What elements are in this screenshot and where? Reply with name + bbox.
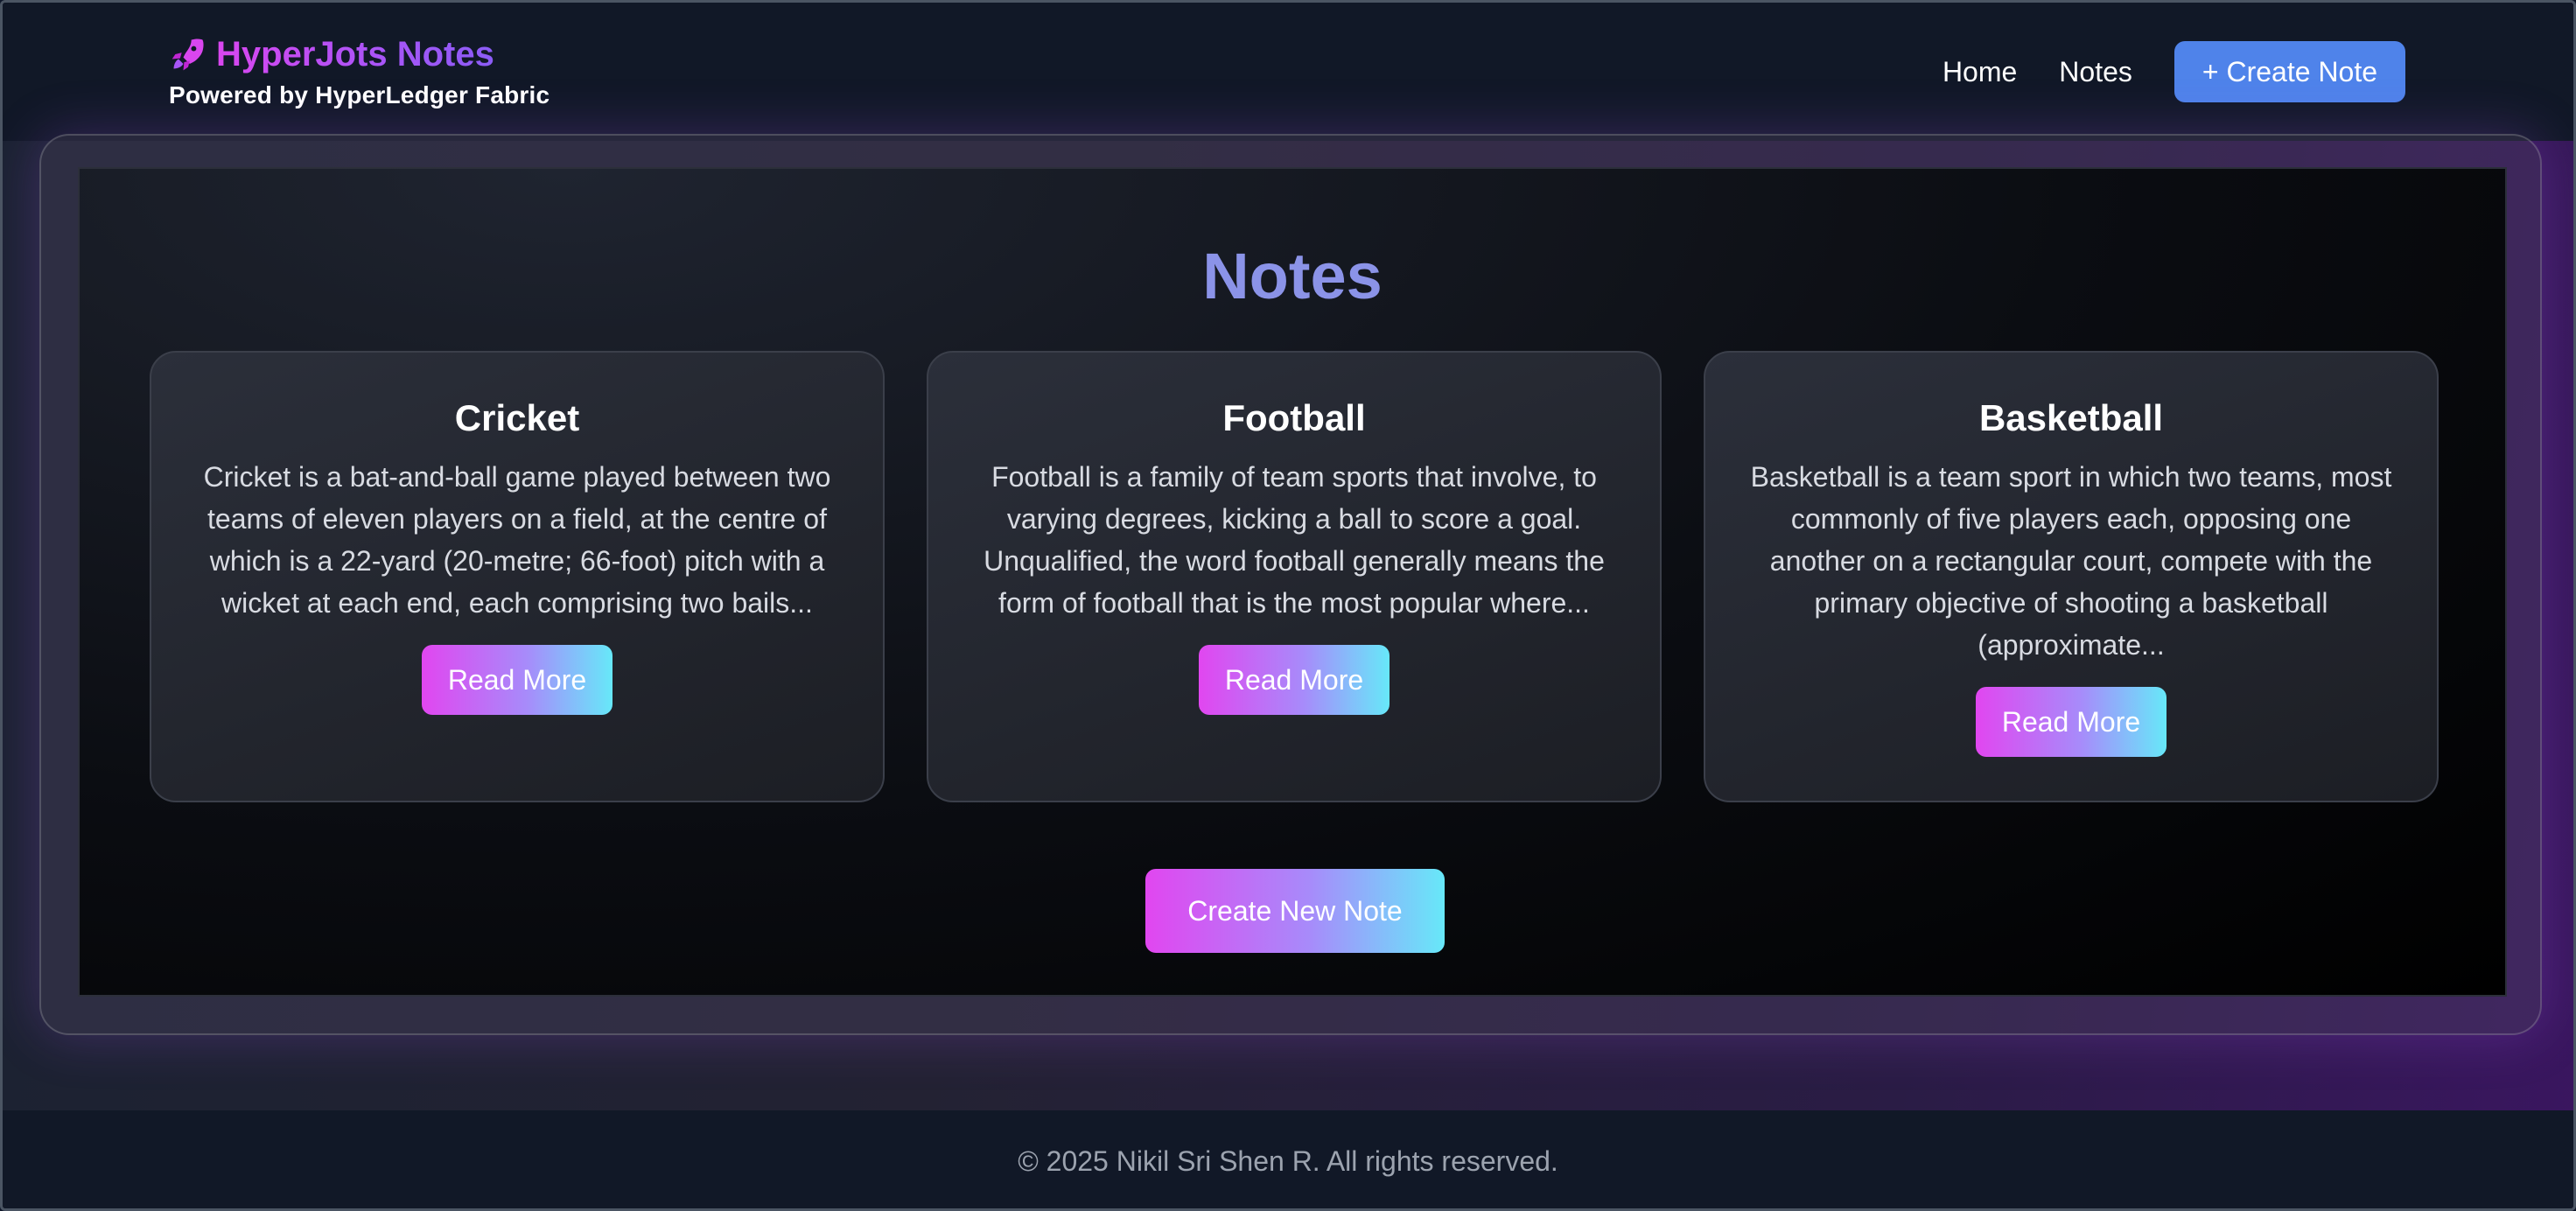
top-navbar: HyperJots Notes Powered by HyperLedger F… <box>3 3 2573 141</box>
nav-home-link[interactable]: Home <box>1942 41 2017 102</box>
brand-title-row: HyperJots Notes <box>169 32 550 76</box>
page-title: Notes <box>1202 240 1382 312</box>
read-more-button[interactable]: Read More <box>1975 687 2167 757</box>
note-card: Basketball Basketball is a team sport in… <box>1704 351 2439 802</box>
rocket-icon <box>169 35 207 74</box>
footer: © 2025 Nikil Sri Shen R. All rights rese… <box>3 1110 2573 1208</box>
note-excerpt: Football is a family of team sports that… <box>984 461 1605 619</box>
brand-title: HyperJots Notes <box>216 32 494 76</box>
app-window: HyperJots Notes Powered by HyperLedger F… <box>0 0 2576 1211</box>
copyright-text: © 2025 Nikil Sri Shen R. All rights rese… <box>1018 1145 1558 1177</box>
note-title: Football <box>1222 397 1366 438</box>
note-title: Basketball <box>1978 397 2164 438</box>
nav-notes-link[interactable]: Notes <box>2059 41 2132 102</box>
read-more-button[interactable]: Read More <box>1198 645 1390 715</box>
notes-container: Notes Cricket Cricket is a bat-and-ball … <box>78 167 2507 997</box>
create-new-note-button[interactable]: Create New Note <box>1145 869 1445 953</box>
create-note-button[interactable]: + Create Note <box>2174 41 2405 102</box>
brand-subtitle: Powered by HyperLedger Fabric <box>169 81 550 108</box>
note-excerpt: Basketball is a team sport in which two … <box>1750 461 2392 661</box>
read-more-button[interactable]: Read More <box>421 645 613 715</box>
brand[interactable]: HyperJots Notes Powered by HyperLedger F… <box>169 32 550 109</box>
main-nav: Home Notes + Create Note <box>1942 41 2405 102</box>
note-card: Football Football is a family of team sp… <box>927 351 1662 802</box>
note-card: Cricket Cricket is a bat-and-ball game p… <box>150 351 885 802</box>
note-title: Cricket <box>454 397 580 438</box>
main-panel: Notes Cricket Cricket is a bat-and-ball … <box>39 134 2542 1035</box>
note-excerpt: Cricket is a bat-and-ball game played be… <box>203 461 831 619</box>
